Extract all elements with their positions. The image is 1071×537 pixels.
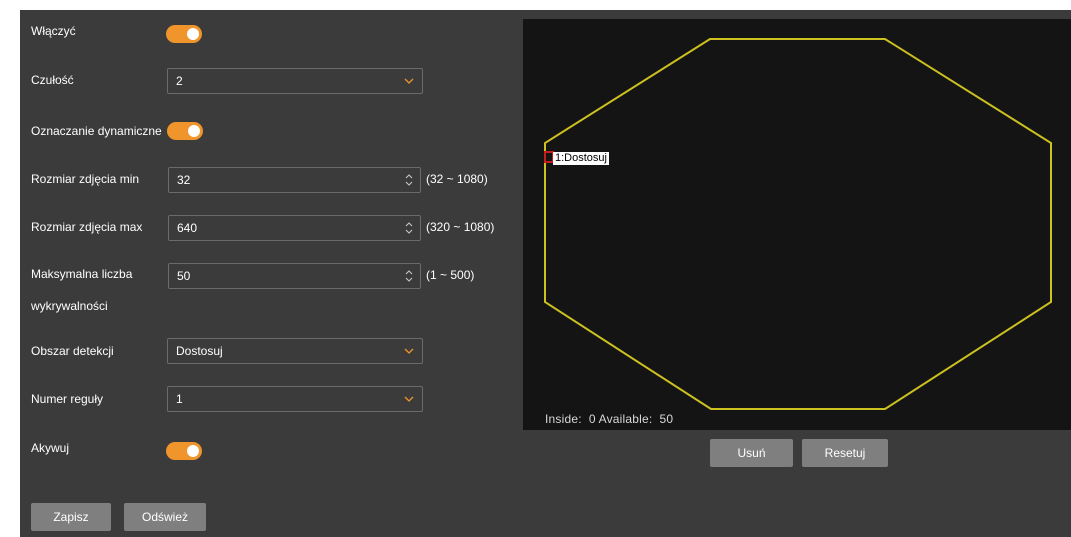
enable-toggle[interactable] [166,25,202,43]
max-detections-value: 50 [177,269,191,283]
rule-number-value: 1 [176,392,183,406]
toggle-knob [187,28,199,40]
dynamic-marking-toggle[interactable] [167,122,203,140]
activate-label: Akywuj [31,441,70,455]
detection-area-label: Obszar detekcji [31,344,114,358]
sensitivity-label: Czułość [31,73,74,87]
reset-button[interactable]: Resetuj [802,439,888,467]
min-size-label: Rozmiar zdjęcia min [31,172,140,186]
available-label: Available: [598,412,653,426]
detection-status: Inside: 0 Available: 50 [545,412,673,426]
region-label: 1:Dostosuj [553,152,609,165]
chevron-down-icon [404,396,414,402]
min-size-range: (32 ~ 1080) [426,172,488,186]
sensitivity-value: 2 [176,74,183,88]
chevron-down-icon [404,78,414,84]
sensitivity-select[interactable]: 2 [167,68,423,94]
spin-arrows-icon[interactable] [404,171,414,189]
spin-arrows-icon[interactable] [404,219,414,237]
video-preview[interactable]: 1:Dostosuj Inside: 0 Available: 50 [523,19,1071,430]
available-count: 50 [659,412,674,426]
max-detections-label: Maksymalna liczba [31,267,133,281]
max-detections-input[interactable]: 50 [168,263,421,289]
max-size-label: Rozmiar zdjęcia max [31,220,143,234]
max-size-input[interactable]: 640 [168,215,421,241]
detection-area-value: Dostosuj [176,344,223,358]
delete-button[interactable]: Usuń [710,439,793,467]
toggle-knob [187,445,199,457]
refresh-button[interactable]: Odśwież [124,503,206,531]
rule-number-label: Numer reguły [31,392,104,406]
chevron-down-icon [404,348,414,354]
settings-panel: Włączyć Czułość 2 Oznaczanie dynamiczne … [20,10,1071,537]
max-size-value: 640 [177,221,198,235]
spin-arrows-icon[interactable] [404,267,414,285]
enable-label: Włączyć [31,24,76,38]
min-size-value: 32 [177,173,191,187]
min-size-input[interactable]: 32 [168,167,421,193]
inside-label: Inside: [545,412,582,426]
max-detections-label-cont: wykrywalności [31,299,108,313]
inside-count: 0 [588,412,596,426]
rule-number-select[interactable]: 1 [167,386,423,412]
dynamic-marking-label: Oznaczanie dynamiczne [31,124,162,138]
detection-area-select[interactable]: Dostosuj [167,338,423,364]
max-detections-range: (1 ~ 500) [426,268,475,282]
toggle-knob [188,125,200,137]
max-size-range: (320 ~ 1080) [426,220,495,234]
save-button[interactable]: Zapisz [31,503,111,531]
activate-toggle[interactable] [166,442,202,460]
detection-region-polygon[interactable] [523,19,1071,430]
